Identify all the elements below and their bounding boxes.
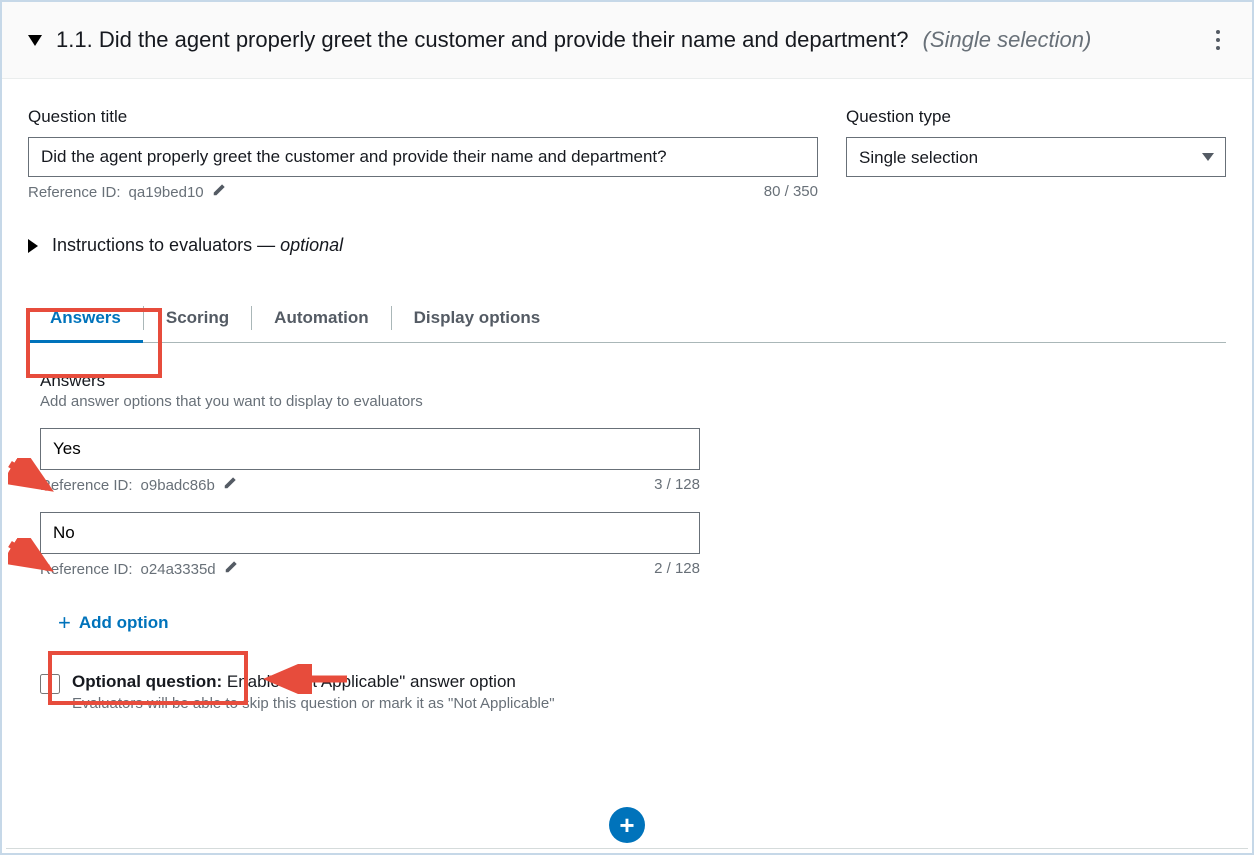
add-option-label: Add option	[79, 613, 169, 633]
reference-id-value: qa19bed10	[129, 184, 204, 201]
instructions-toggle[interactable]: Instructions to evaluators — optional	[28, 235, 1226, 256]
instructions-label: Instructions to evaluators —	[52, 235, 280, 255]
tab-automation[interactable]: Automation	[252, 294, 390, 342]
answer-option-input[interactable]	[40, 428, 700, 470]
plus-icon: +	[619, 812, 634, 838]
answer-option-input[interactable]	[40, 512, 700, 554]
char-counter: 3 / 128	[654, 476, 700, 494]
optional-question-help: Evaluators will be able to skip this que…	[72, 695, 555, 712]
char-counter: 2 / 128	[654, 560, 700, 578]
optional-question-checkbox[interactable]	[40, 674, 60, 694]
reference-id-label: Reference ID:	[40, 477, 133, 494]
tab-answers[interactable]: Answers	[28, 294, 143, 342]
answers-section-help: Add answer options that you want to disp…	[40, 393, 1214, 410]
optional-question-bold: Optional question:	[72, 672, 222, 691]
question-title-input[interactable]	[28, 137, 818, 177]
instructions-optional: optional	[280, 235, 343, 255]
question-number: 1.1.	[56, 27, 93, 52]
pencil-icon[interactable]	[223, 476, 237, 494]
reference-id-value: o24a3335d	[141, 561, 216, 578]
tab-bar: Answers Scoring Automation Display optio…	[28, 294, 1226, 343]
question-type-label: Question type	[846, 107, 1226, 127]
kebab-menu-icon[interactable]	[1210, 24, 1226, 56]
char-counter: 80 / 350	[764, 183, 818, 201]
question-title-label: Question title	[28, 107, 818, 127]
collapse-icon[interactable]	[28, 35, 42, 46]
question-type-select[interactable]: Single selection	[846, 137, 1226, 177]
question-type-badge: (Single selection)	[923, 27, 1092, 52]
tab-scoring[interactable]: Scoring	[144, 294, 251, 342]
tab-display-options[interactable]: Display options	[392, 294, 563, 342]
question-header: 1.1. Did the agent properly greet the cu…	[2, 2, 1252, 79]
plus-icon: +	[58, 610, 71, 636]
pencil-icon[interactable]	[224, 560, 238, 578]
question-header-title: 1.1. Did the agent properly greet the cu…	[56, 27, 1190, 53]
reference-id-value: o9badc86b	[141, 477, 215, 494]
question-title-display: Did the agent properly greet the custome…	[99, 27, 909, 52]
reference-id-label: Reference ID:	[40, 561, 133, 578]
answers-section-label: Answers	[40, 371, 1214, 391]
add-option-button[interactable]: + Add option	[40, 600, 187, 646]
reference-id-label: Reference ID:	[28, 184, 121, 201]
footer-divider	[6, 848, 1248, 849]
add-question-fab[interactable]: +	[609, 807, 645, 843]
expand-icon	[28, 239, 38, 253]
pencil-icon[interactable]	[212, 183, 226, 201]
optional-question-label: Enable "Not Applicable" answer option	[227, 672, 516, 691]
